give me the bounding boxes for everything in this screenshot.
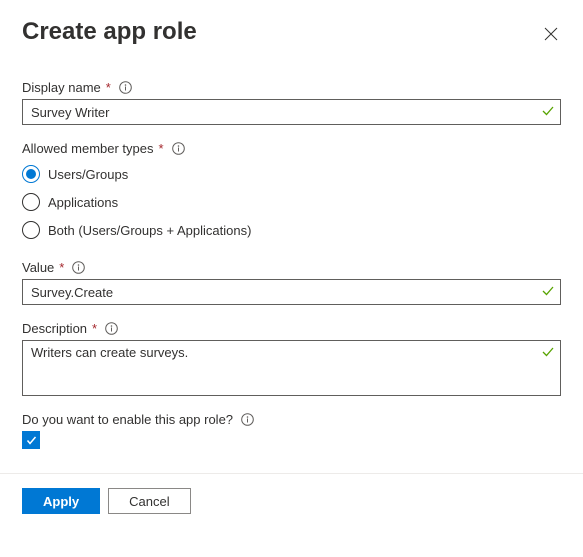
radio-label: Applications [48, 195, 118, 210]
enable-label: Do you want to enable this app role? [22, 412, 233, 427]
close-icon [544, 27, 558, 41]
display-name-label: Display name [22, 80, 101, 95]
display-name-input[interactable] [22, 99, 561, 125]
value-input[interactable] [22, 279, 561, 305]
apply-button[interactable]: Apply [22, 488, 100, 514]
radio-users-groups[interactable]: Users/Groups [22, 160, 561, 188]
info-icon[interactable] [105, 322, 118, 335]
checkmark-icon [25, 434, 38, 447]
radio-label: Users/Groups [48, 167, 128, 182]
required-indicator: * [106, 80, 111, 95]
radio-icon [22, 221, 40, 239]
required-indicator: * [92, 321, 97, 336]
member-types-label: Allowed member types [22, 141, 154, 156]
radio-applications[interactable]: Applications [22, 188, 561, 216]
enable-checkbox[interactable] [22, 431, 40, 449]
description-input[interactable] [22, 340, 561, 396]
close-button[interactable] [541, 24, 561, 44]
radio-icon [22, 193, 40, 211]
radio-icon [22, 165, 40, 183]
radio-both[interactable]: Both (Users/Groups + Applications) [22, 216, 561, 244]
info-icon[interactable] [241, 413, 254, 426]
info-icon[interactable] [172, 142, 185, 155]
info-icon[interactable] [72, 261, 85, 274]
cancel-button[interactable]: Cancel [108, 488, 190, 514]
radio-label: Both (Users/Groups + Applications) [48, 223, 251, 238]
info-icon[interactable] [119, 81, 132, 94]
required-indicator: * [59, 260, 64, 275]
description-label: Description [22, 321, 87, 336]
required-indicator: * [159, 141, 164, 156]
page-title: Create app role [22, 18, 197, 46]
value-label: Value [22, 260, 54, 275]
